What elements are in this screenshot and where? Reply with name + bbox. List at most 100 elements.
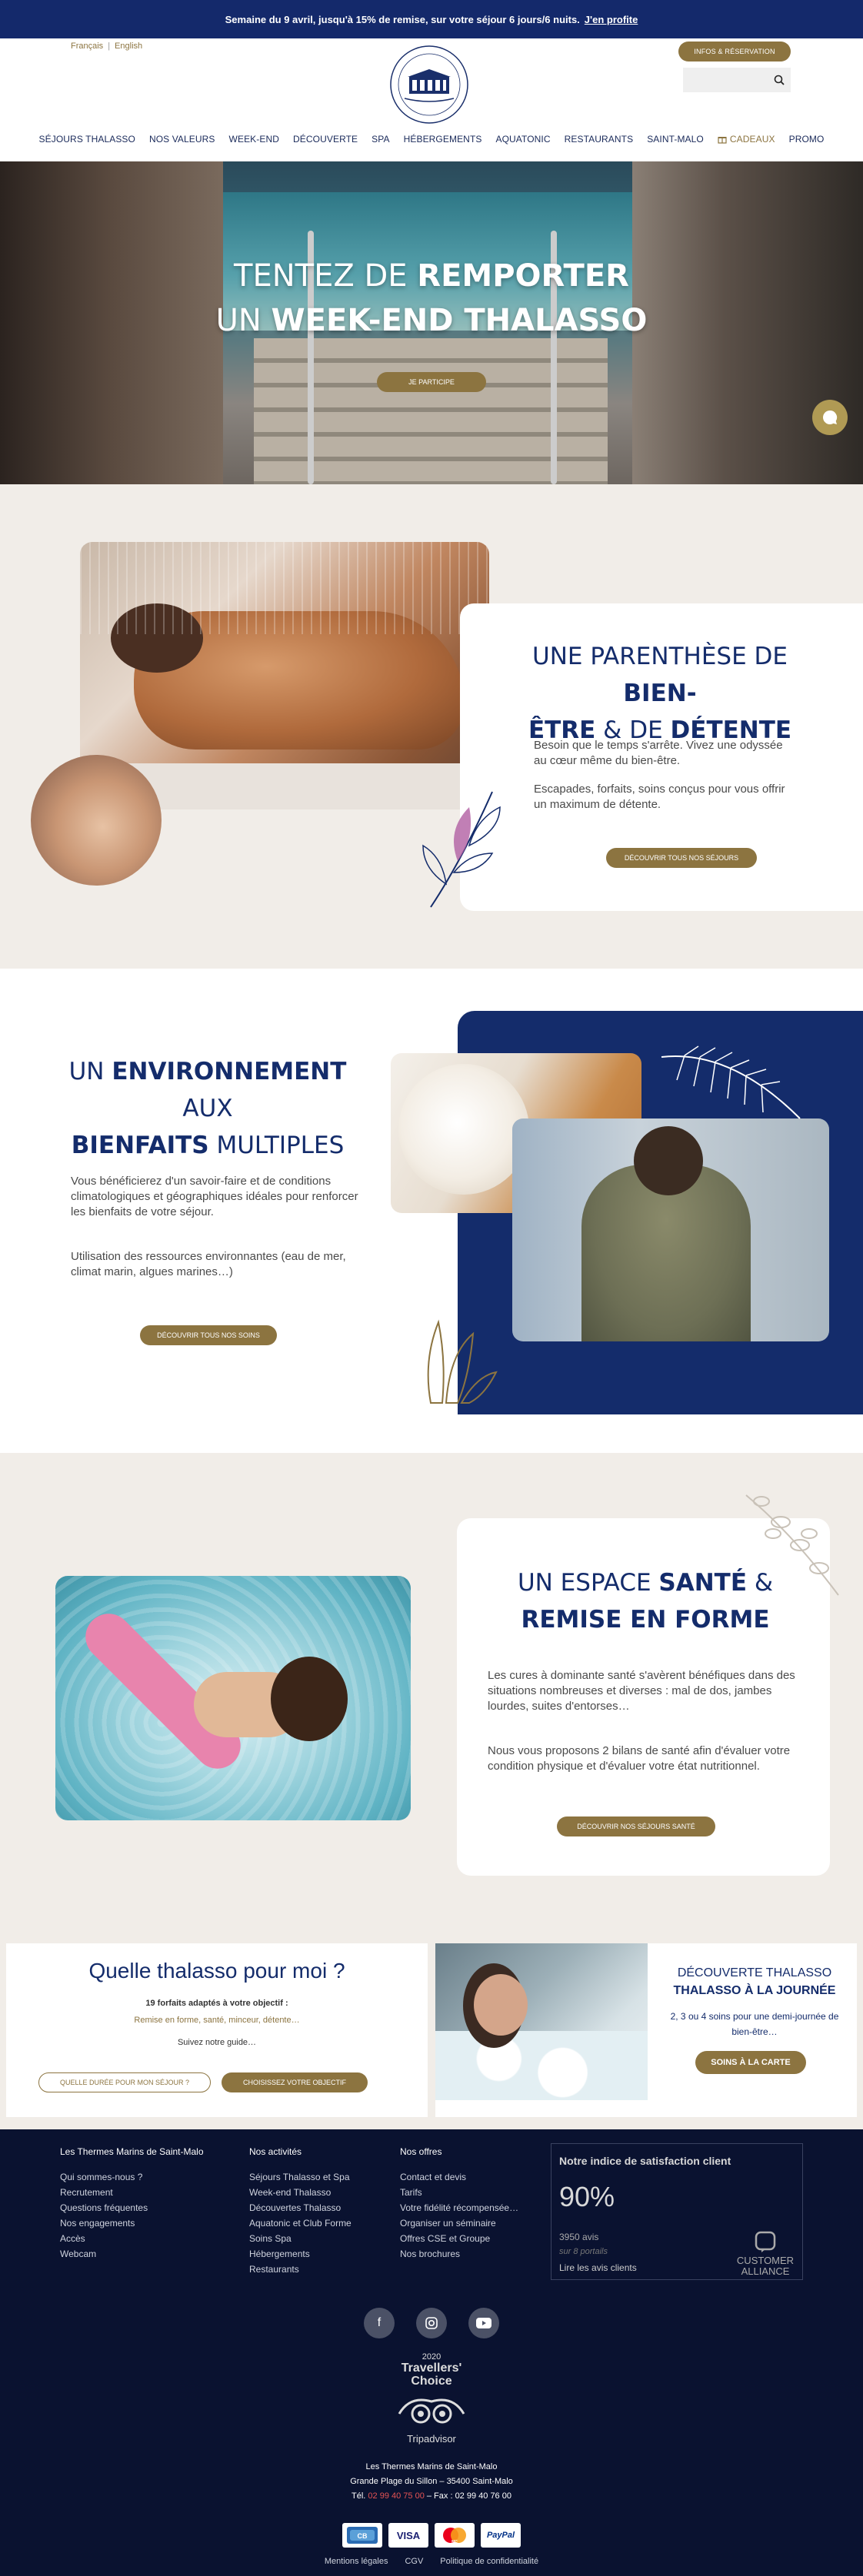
search-icon[interactable] <box>774 75 785 85</box>
footer-link[interactable]: Hébergements <box>249 2246 352 2262</box>
title-part: AUX <box>182 1095 233 1122</box>
site-header: Français | English INFOS & RÉSERVATION S… <box>0 38 863 161</box>
footer-link[interactable]: Recrutement <box>60 2185 204 2200</box>
discovery-title: DÉCOUVERTE THALASSO <box>677 1966 832 1979</box>
a-la-carte-button[interactable]: SOINS À LA CARTE <box>695 2051 806 2074</box>
footer-link[interactable]: Tarifs <box>400 2185 518 2200</box>
hero-title-part: TENTEZ DE <box>234 258 418 294</box>
title-bold: REMISE EN FORME <box>521 1606 770 1634</box>
hero-title-part: UN <box>215 303 272 338</box>
wellbeing-card: UNE PARENTHÈSE DE BIEN- ÊTRE & DE DÉTENT… <box>460 603 863 911</box>
chat-button[interactable] <box>812 400 848 435</box>
customer-alliance-text: ALLIANCE <box>741 2265 790 2277</box>
nav-saint-malo[interactable]: SAINT-MALO <box>647 134 704 145</box>
environment-title: UN ENVIRONNEMENT AUX BIENFAITS MULTIPLES <box>46 1053 369 1164</box>
nav-decouverte[interactable]: DÉCOUVERTE <box>293 134 358 145</box>
wellbeing-text: Escapades, forfaits, soins conçus pour v… <box>534 783 785 811</box>
discovery-text: 2, 3 ou 4 soins pour une demi-journée de… <box>670 2011 839 2037</box>
choose-goal-button[interactable]: CHOISISSEZ VOTRE OBJECTIF <box>222 2072 368 2092</box>
tripadvisor-badge: 2020 Travellers' Choice Tripadvisor <box>0 2352 863 2445</box>
info-reservation-button[interactable]: INFOS & RÉSERVATION <box>678 42 791 61</box>
discover-health-stays-button[interactable]: DÉCOUVRIR NOS SÉJOURS SANTÉ <box>557 1816 715 1836</box>
nav-aquatonic[interactable]: AQUATONIC <box>495 134 550 145</box>
thalasso-offers: Quelle thalasso pour moi ? 19 forfaits a… <box>0 1937 863 2129</box>
footer-link[interactable]: Restaurants <box>249 2262 352 2277</box>
promo-banner: Semaine du 9 avril, jusqu'à 15% de remis… <box>0 0 863 38</box>
promo-banner-text: Semaine du 9 avril, jusqu'à 15% de remis… <box>225 13 580 25</box>
footer-link[interactable]: Accès <box>60 2231 204 2246</box>
nav-nos-valeurs[interactable]: NOS VALEURS <box>149 134 215 145</box>
portals-count: sur 8 portails <box>559 2247 608 2256</box>
payment-methods: CB VISA MC PayPal <box>0 2523 863 2548</box>
title-bold: BIENFAITS <box>71 1132 209 1159</box>
stay-duration-button[interactable]: QUELLE DURÉE POUR MON SÉJOUR ? <box>38 2072 211 2092</box>
facebook-icon[interactable]: f <box>364 2308 395 2338</box>
nav-week-end[interactable]: WEEK-END <box>229 134 279 145</box>
contact-address: Les Thermes Marins de Saint-Malo Grande … <box>0 2460 863 2504</box>
footer-link[interactable]: Webcam <box>60 2246 204 2262</box>
footer-link[interactable]: Qui sommes-nous ? <box>60 2169 204 2185</box>
language-switcher: Français | English <box>71 42 142 51</box>
cb-card-icon: CB <box>342 2523 382 2548</box>
address-street: Grande Plage du Sillon – 35400 Saint-Mal… <box>350 2477 513 2486</box>
seaweed-illustration <box>427 1319 498 1404</box>
quiz-guide: Suivez notre guide… <box>177 2038 257 2047</box>
footer-link[interactable]: Nos engagements <box>60 2215 204 2231</box>
social-links: f <box>0 2308 863 2338</box>
nav-hebergements[interactable]: HÉBERGEMENTS <box>404 134 482 145</box>
algae-shower-image <box>512 1118 829 1341</box>
footer-link[interactable]: Nos brochures <box>400 2246 518 2262</box>
footer-link[interactable]: Week-end Thalasso <box>249 2185 352 2200</box>
nav-restaurants[interactable]: RESTAURANTS <box>565 134 634 145</box>
tripadvisor-brand: Tripadvisor <box>407 2433 456 2445</box>
facial-image <box>31 755 162 886</box>
logo[interactable] <box>388 43 471 126</box>
nav-spa[interactable]: SPA <box>372 134 389 145</box>
footer-link[interactable]: Découvertes Thalasso <box>249 2200 352 2215</box>
address-phone: Tél. 02 99 40 75 00 – Fax : 02 99 40 76 … <box>0 2489 863 2504</box>
discovery-title-bold: THALASSO À LA JOURNÉE <box>673 1984 836 1997</box>
discover-treatments-button[interactable]: DÉCOUVRIR TOUS NOS SOINS <box>140 1325 277 1345</box>
wellbeing-title: UNE PARENTHÈSE DE BIEN- ÊTRE & DE DÉTENT… <box>506 638 814 749</box>
massage-image <box>80 542 489 809</box>
quiz-subtitle: 19 forfaits adaptés à votre objectif : <box>145 1999 288 2008</box>
footer-link[interactable]: Séjours Thalasso et Spa <box>249 2169 352 2185</box>
wellbeing-text: Besoin que le temps s'arrête. Vivez une … <box>534 739 783 767</box>
participate-button[interactable]: JE PARTICIPE <box>377 372 486 392</box>
leaf-illustration <box>422 791 501 908</box>
customer-alliance-icon <box>755 2231 776 2252</box>
cb-card-label: CB <box>358 2532 368 2540</box>
nav-sejours-thalasso[interactable]: SÉJOURS THALASSO <box>39 134 135 145</box>
health-text: Nous vous proposons 2 bilans de santé af… <box>488 1744 791 1773</box>
footer-link[interactable]: Questions fréquentes <box>60 2200 204 2215</box>
footer-link[interactable]: Votre fidélité récompensée… <box>400 2200 518 2215</box>
youtube-icon[interactable] <box>468 2308 499 2338</box>
footer-link[interactable]: Organiser un séminaire <box>400 2215 518 2231</box>
discover-stays-button[interactable]: DÉCOUVRIR TOUS NOS SÉJOURS <box>606 848 757 868</box>
nav-promo[interactable]: PROMO <box>789 134 825 145</box>
lang-en[interactable]: English <box>115 42 142 51</box>
footer-link[interactable]: Offres CSE et Groupe <box>400 2231 518 2246</box>
main-nav: SÉJOURS THALASSO NOS VALEURS WEEK-END DÉ… <box>0 134 863 145</box>
lang-separator: | <box>108 42 111 51</box>
paypal-icon: PayPal <box>481 2523 521 2548</box>
branch-illustration <box>745 1494 839 1596</box>
privacy-policy-link[interactable]: Politique de confidentialité <box>440 2557 538 2566</box>
footer-link[interactable]: Soins Spa <box>249 2231 352 2246</box>
legal-mentions-link[interactable]: Mentions légales <box>325 2557 388 2566</box>
quiz-categories[interactable]: Remise en forme, santé, minceur, détente… <box>6 2016 428 2025</box>
lang-fr[interactable]: Français <box>71 42 103 51</box>
footer-link[interactable]: Aquatonic et Club Forme <box>249 2215 352 2231</box>
visa-card-icon: VISA <box>388 2523 428 2548</box>
environment-text: Utilisation des ressources environnantes… <box>71 1250 346 1278</box>
nav-cadeaux-label: CADEAUX <box>729 134 775 145</box>
instagram-icon[interactable] <box>416 2308 447 2338</box>
title-bold: BIEN- <box>623 680 697 707</box>
search-input[interactable] <box>683 68 791 92</box>
promo-banner-link[interactable]: J'en profite <box>585 14 638 25</box>
phone-number[interactable]: 02 99 40 75 00 <box>368 2491 424 2501</box>
cgv-link[interactable]: CGV <box>405 2557 423 2566</box>
read-reviews-link[interactable]: Lire les avis clients <box>559 2262 637 2273</box>
footer-link[interactable]: Contact et devis <box>400 2169 518 2185</box>
nav-cadeaux[interactable]: CADEAUX <box>718 134 775 145</box>
